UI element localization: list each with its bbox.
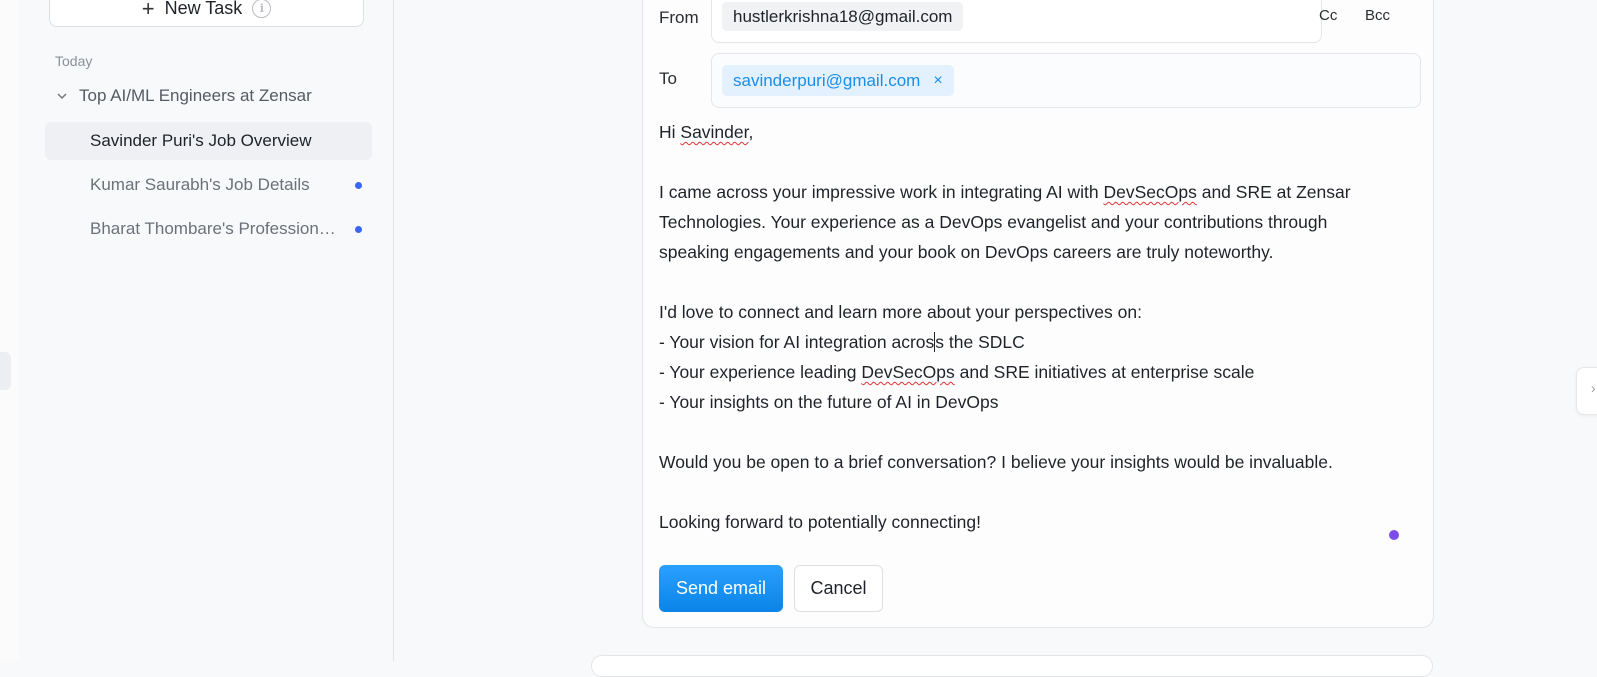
sidebar-task-savinder[interactable]: Savinder Puri's Job Overview (45, 122, 372, 160)
remove-recipient-icon[interactable]: × (933, 65, 942, 96)
sidebar-task-label: Kumar Saurabh's Job Details (90, 175, 310, 194)
right-panel-toggle[interactable]: › (1576, 367, 1597, 415)
new-task-button[interactable]: + New Task i (49, 0, 364, 27)
chevron-right-icon: › (1591, 380, 1596, 396)
recipient-address: savinderpuri@gmail.com (733, 71, 921, 90)
body-paragraph-line: Looking forward to potentially connectin… (659, 512, 982, 532)
to-field[interactable]: savinderpuri@gmail.com × (711, 53, 1421, 108)
sidebar-task-kumar[interactable]: Kumar Saurabh's Job Details (45, 166, 372, 204)
task-group-toggle[interactable]: Top AI/ML Engineers at Zensar (55, 86, 312, 106)
sidebar: + New Task i Today Top AI/ML Engineers a… (19, 0, 394, 661)
bullet-line: - Your insights on the future of AI in D… (659, 392, 999, 412)
new-task-label: New Task (164, 0, 243, 18)
email-body-editor[interactable]: Hi Savinder, I came across your impressi… (659, 117, 1419, 537)
cc-button[interactable]: Cc (1319, 7, 1337, 24)
body-paragraph-line: I came across your impressive work in in… (659, 182, 1351, 202)
body-paragraph-line: Would you be open to a brief conversatio… (659, 452, 1333, 472)
to-label: To (659, 69, 677, 88)
section-label-today: Today (55, 53, 93, 69)
from-field[interactable]: hustlerkrishna18@gmail.com (711, 0, 1322, 43)
unread-dot-icon (355, 226, 362, 233)
bcc-button[interactable]: Bcc (1365, 7, 1390, 24)
send-email-button[interactable]: Send email (659, 565, 783, 612)
rail-expand-handle[interactable] (0, 352, 11, 390)
sidebar-task-bharat[interactable]: Bharat Thombare's Professional Profile (45, 210, 372, 248)
unread-dot-icon (355, 182, 362, 189)
body-paragraph-line: I'd love to connect and learn more about… (659, 302, 1142, 322)
bullet-line: - Your experience leading DevSecOps and … (659, 362, 1255, 382)
bullet-line: - Your vision for AI integration across … (659, 332, 1025, 352)
cancel-button[interactable]: Cancel (794, 565, 883, 612)
plus-icon: + (141, 0, 155, 21)
from-address-chip: hustlerkrishna18@gmail.com (722, 2, 964, 31)
sidebar-task-label: Bharat Thombare's Professional Profile (90, 219, 345, 238)
chevron-down-icon (57, 93, 67, 100)
left-rail (0, 0, 20, 661)
task-group-title: Top AI/ML Engineers at Zensar (79, 86, 312, 105)
next-card-edge (591, 655, 1433, 677)
email-compose-card: From hustlerkrishna18@gmail.com Cc Bcc T… (642, 0, 1434, 628)
sidebar-task-label: Savinder Puri's Job Overview (90, 131, 312, 150)
greeting-line: Hi Savinder, (659, 122, 754, 142)
assistant-indicator-dot (1389, 530, 1399, 540)
from-label: From (659, 8, 699, 27)
info-icon[interactable]: i (252, 0, 272, 18)
body-paragraph-line: speaking engagements and your book on De… (659, 242, 1274, 262)
recipient-chip: savinderpuri@gmail.com × (722, 65, 954, 96)
body-paragraph-line: Technologies. Your experience as a DevOp… (659, 212, 1328, 232)
